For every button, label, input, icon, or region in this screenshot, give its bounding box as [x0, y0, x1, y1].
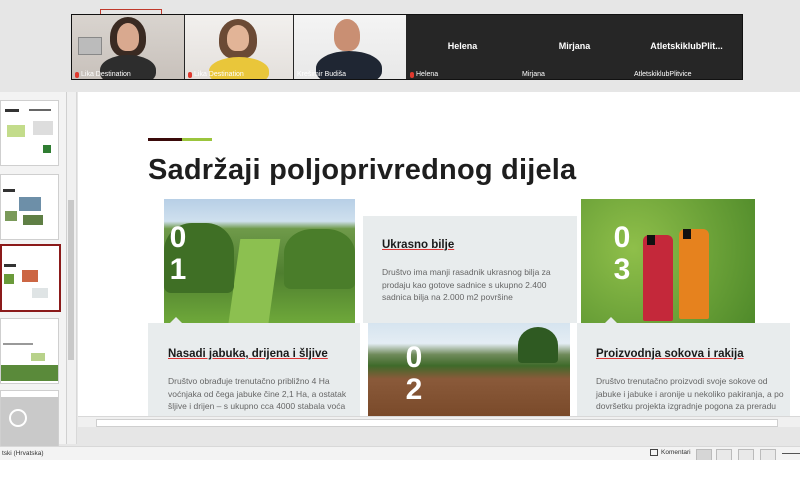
plantation-photo — [368, 323, 570, 416]
participant-tile-3[interactable]: Krešimir Budiša — [294, 15, 406, 79]
card-nasadi: Nasadi jabuka, drijena i šljive Društvo … — [148, 317, 360, 416]
participant-tile-1[interactable]: Lika Destination — [72, 15, 184, 79]
participant-4-center-name: Helena — [447, 41, 478, 51]
number-02: 0 2 — [405, 341, 423, 406]
language-indicator[interactable]: tski (Hrvatska) — [2, 450, 44, 457]
juice-bottles-photo — [581, 199, 755, 323]
card-sokovi-text: Društvo trenutačno proizvodi svoje sokov… — [596, 376, 784, 416]
mic-muted-icon — [188, 71, 192, 78]
slide-thumbnail-4[interactable] — [0, 318, 59, 384]
slide-scrollbar-thumb[interactable] — [96, 419, 778, 427]
comment-icon — [650, 449, 658, 456]
video-conference-bar: Lika Destination Lika Destination Krešim… — [0, 0, 800, 92]
number-03: 0 3 — [613, 221, 631, 286]
participant-6-center-name: AtletskiklubPlit... — [650, 41, 723, 51]
title-accent-green — [182, 138, 212, 141]
card-nasadi-text: Društvo obrađuje trenutačno približno 4 … — [168, 376, 347, 411]
mic-muted-icon — [410, 71, 414, 78]
slide-editor-area: Sadržaji poljoprivrednog dijela 0 1 Ukra… — [78, 92, 800, 416]
participant-2-label: Lika Destination — [188, 71, 244, 78]
card-nasadi-heading: Nasadi jabuka, drijena i šljive — [168, 348, 328, 360]
participant-tile-4[interactable]: Helena Helena — [407, 15, 518, 79]
participant-5-label: Mirjana — [522, 71, 545, 78]
participant-tile-2[interactable]: Lika Destination — [185, 15, 293, 79]
status-bar: tski (Hrvatska) Komentari — [0, 446, 800, 461]
thumbnail-scrollbar-thumb[interactable] — [68, 200, 74, 360]
participant-2-face — [227, 25, 249, 51]
slide-thumbnail-panel — [0, 92, 67, 456]
card-sokovi-heading: Proizvodnja sokova i rakija — [596, 348, 744, 360]
orange-juice-bottle — [679, 229, 709, 319]
thumbnail-scrollbar[interactable] — [67, 92, 77, 444]
participant-3-face — [334, 19, 360, 51]
slide-thumbnail-3-selected[interactable] — [0, 244, 61, 312]
slide-title: Sadržaji poljoprivrednog dijela — [148, 154, 577, 186]
slide-thumbnail-2[interactable] — [0, 174, 59, 240]
current-slide[interactable]: Sadržaji poljoprivrednog dijela 0 1 Ukra… — [78, 92, 800, 416]
background-printer — [78, 37, 102, 55]
participant-1-label: Lika Destination — [75, 71, 131, 78]
participant-3-label: Krešimir Budiša — [297, 71, 347, 78]
participant-5-center-name: Mirjana — [558, 41, 591, 51]
orchard-photo — [164, 199, 355, 323]
slide-horizontal-scrollbar[interactable] — [78, 416, 800, 427]
card-ukrasno-bilje: Ukrasno bilje Društvo ima manji rasadnik… — [363, 216, 577, 323]
comments-label: Komentari — [661, 449, 691, 456]
mic-muted-icon — [75, 71, 79, 78]
red-juice-bottle — [643, 235, 673, 321]
number-01: 0 1 — [169, 221, 187, 286]
bottom-blank-area — [0, 460, 800, 478]
slide-thumbnail-1[interactable] — [0, 100, 59, 166]
participant-6-label: AtletskiklubPlitvice — [634, 71, 692, 78]
participant-tile-5[interactable]: Mirjana Mirjana — [519, 15, 630, 79]
participant-tile-6[interactable]: AtletskiklubPlit... AtletskiklubPlitvice — [631, 15, 742, 79]
participant-strip: Lika Destination Lika Destination Krešim… — [71, 14, 743, 80]
zoom-slider[interactable] — [782, 453, 800, 454]
card-ukrasno-heading: Ukrasno bilje — [382, 239, 455, 251]
title-accent-dark — [148, 138, 182, 141]
card-sokovi: Proizvodnja sokova i rakija Društvo tren… — [577, 317, 790, 416]
card-ukrasno-text: Društvo ima manji rasadnik ukrasnog bilj… — [382, 267, 551, 302]
orchard-path — [227, 239, 281, 323]
comments-button[interactable]: Komentari — [650, 449, 691, 456]
participant-1-face — [117, 23, 139, 51]
participant-4-label: Helena — [410, 71, 438, 78]
